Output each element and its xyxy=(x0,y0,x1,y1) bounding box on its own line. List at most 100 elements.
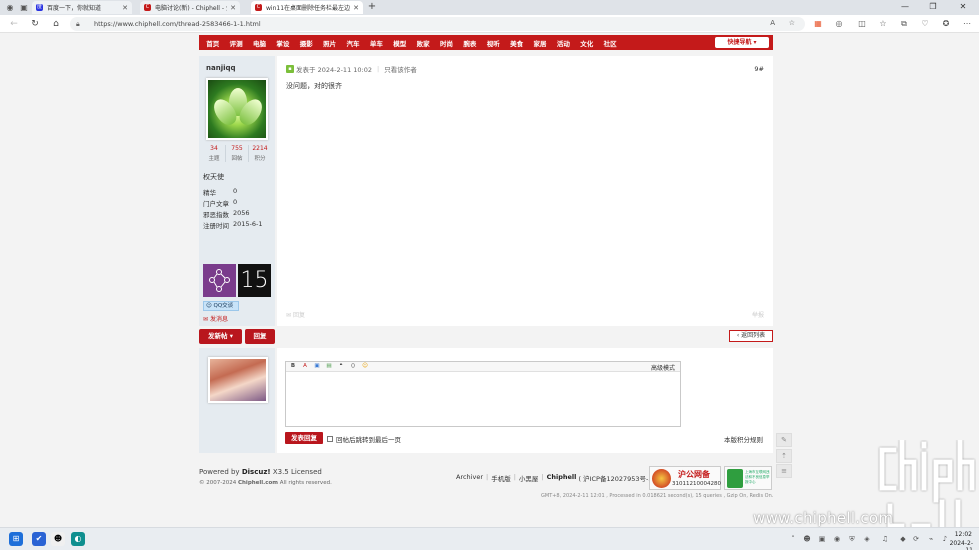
nav-item[interactable]: 文化 xyxy=(575,38,598,48)
floor-number[interactable]: 9# xyxy=(754,65,764,73)
tray-steam-icon[interactable]: ◉ xyxy=(832,534,842,544)
edge-browser-icon[interactable]: ◐ xyxy=(71,532,85,546)
medal-15-badge[interactable]: 15 xyxy=(238,264,271,297)
quote-icon[interactable]: ❝ xyxy=(337,363,345,370)
file-explorer-icon[interactable]: ✔ xyxy=(32,532,46,546)
lock-icon[interactable]: 🔒︎ xyxy=(76,20,86,29)
nav-item[interactable]: 美食 xyxy=(505,38,528,48)
close-icon[interactable]: ✕ xyxy=(122,4,128,12)
profile-icon[interactable]: ◉ xyxy=(4,2,16,13)
back-to-top-icon[interactable]: ⇡ xyxy=(776,449,792,463)
tray-qq-icon[interactable]: ☻ xyxy=(802,534,812,544)
window-close-icon[interactable]: ✕ xyxy=(952,1,974,13)
url-text[interactable]: https://www.chiphell.com/thread-2583466-… xyxy=(94,20,261,28)
chevron-up-icon[interactable]: ˄ xyxy=(788,534,798,544)
qq-chat-button[interactable]: ☺ QQ交谈 xyxy=(203,301,239,311)
favorite-icon[interactable]: ☆ xyxy=(789,19,795,27)
taskbar-clock-time[interactable]: 12:02 xyxy=(950,531,972,538)
nav-item[interactable]: 摄影 xyxy=(295,38,318,48)
send-message-link[interactable]: ✉ 发消息 xyxy=(203,314,228,323)
site-name-link[interactable]: Chiphell xyxy=(547,473,577,483)
author-only-link[interactable]: 只看该作者 xyxy=(384,64,417,74)
qq-app-icon[interactable]: ☻ xyxy=(51,532,65,546)
tray-orange-icon[interactable]: ◆ xyxy=(898,534,908,544)
nav-item[interactable]: 腕表 xyxy=(458,38,481,48)
quick-nav-button[interactable]: 快捷导航 ▾ xyxy=(715,37,769,48)
reload-icon[interactable]: ↻ xyxy=(29,18,41,30)
image-icon[interactable]: ▣ xyxy=(313,363,321,370)
stat-points[interactable]: 2214 积分 xyxy=(249,145,271,162)
tray-shield-icon[interactable]: ⛨ xyxy=(847,534,857,544)
nav-item[interactable]: 时尚 xyxy=(435,38,458,48)
nav-item[interactable]: 评测 xyxy=(224,38,247,48)
close-icon[interactable]: ✕ xyxy=(353,4,359,12)
extension-icon[interactable]: ▦ xyxy=(812,18,824,30)
advanced-mode-link[interactable]: 高级模式 xyxy=(651,363,675,372)
close-icon[interactable]: ✕ xyxy=(230,4,236,12)
nav-item[interactable]: 活动 xyxy=(552,38,575,48)
nav-item[interactable]: 社区 xyxy=(598,38,621,48)
author-name[interactable]: nanjiqq xyxy=(206,64,236,72)
current-user-avatar[interactable] xyxy=(208,357,268,403)
stat-threads[interactable]: 34 主题 xyxy=(203,145,226,162)
stat-replies[interactable]: 755 回帖 xyxy=(226,145,249,162)
nav-item[interactable]: 照片 xyxy=(318,38,341,48)
blackroom-link[interactable]: 小黑屋 xyxy=(519,473,539,483)
read-aloud-icon[interactable]: A xyxy=(770,19,775,27)
code-icon[interactable]: ⟨⟩ xyxy=(349,363,357,370)
points-rules-link[interactable]: 本版积分规则 xyxy=(724,434,763,444)
tab-chiphell-forum[interactable]: C 电脑讨论(新) - Chiphell - 分享与 ✕ xyxy=(140,1,240,14)
taskbar-clock-date[interactable]: 2024-2-11 xyxy=(943,540,973,550)
quick-reply-icon[interactable]: ✎ xyxy=(776,433,792,447)
nav-item[interactable]: 汽车 xyxy=(341,38,364,48)
nav-item[interactable]: 模型 xyxy=(388,38,411,48)
favorites-icon[interactable]: ☆ xyxy=(877,18,889,30)
reply-textarea[interactable] xyxy=(286,372,680,426)
mobile-link[interactable]: 手机版 xyxy=(491,473,511,483)
jump-last-option[interactable]: 回帖后跳转到最后一页 xyxy=(327,434,401,444)
font-color-icon[interactable]: A xyxy=(301,363,309,370)
tab-current-thread[interactable]: C win11在桌面删除任务栏最左边的 ✕ xyxy=(251,1,363,14)
discuz-link[interactable]: Discuz! xyxy=(242,468,271,476)
nav-item[interactable]: 败家 xyxy=(411,38,434,48)
avatar[interactable] xyxy=(206,78,268,140)
new-post-button[interactable]: 发新帖 ▾ xyxy=(199,329,242,344)
copilot-icon[interactable]: ✪ xyxy=(940,18,952,30)
nav-item[interactable]: 掌设 xyxy=(271,38,294,48)
attachment-icon[interactable]: ▤ xyxy=(325,363,333,370)
medal-network-icon[interactable] xyxy=(203,264,236,297)
bold-icon[interactable]: B xyxy=(289,363,297,370)
icp-link[interactable]: ( 沪ICP备12027953号-5 ) xyxy=(578,473,657,483)
network-icon[interactable]: ⌁ xyxy=(926,534,936,544)
emoji-icon[interactable]: ☺ xyxy=(361,363,369,370)
tab-baidu[interactable]: 度 百度一下，你就知道 ✕ xyxy=(32,1,132,14)
nav-item[interactable]: 电脑 xyxy=(248,38,271,48)
nav-item[interactable]: 首页 xyxy=(201,38,224,48)
reply-link[interactable]: ✉ 回复 xyxy=(286,310,305,319)
tab-actions-icon[interactable]: ▣ xyxy=(18,2,30,13)
tray-app2-icon[interactable]: ◈ xyxy=(862,534,872,544)
list-icon[interactable]: ≡ xyxy=(776,464,792,478)
tray-headset-icon[interactable]: ♫ xyxy=(880,534,890,544)
collections-icon[interactable]: ⧉ xyxy=(898,18,910,30)
home-icon[interactable]: ⌂ xyxy=(50,18,62,30)
jump-last-checkbox[interactable] xyxy=(327,436,333,442)
refresh-extension-icon[interactable]: ◎ xyxy=(833,18,845,30)
reply-button[interactable]: 回复 xyxy=(245,329,275,344)
add-tab-icon[interactable]: + xyxy=(366,1,378,13)
maximize-icon[interactable]: ❐ xyxy=(922,1,944,13)
split-screen-icon[interactable]: ◫ xyxy=(856,18,868,30)
police-record-badge[interactable]: 沪公网备 31011210004280 xyxy=(649,466,721,490)
settings-icon[interactable]: ⋯ xyxy=(961,18,973,30)
archiver-link[interactable]: Archiver xyxy=(456,473,483,483)
minimize-icon[interactable]: — xyxy=(894,1,916,13)
tray-update-icon[interactable]: ⟳ xyxy=(911,534,921,544)
nav-item[interactable]: 单车 xyxy=(365,38,388,48)
windows-start-icon[interactable]: ⊞ xyxy=(9,532,23,546)
nav-item[interactable]: 视听 xyxy=(482,38,505,48)
report-link[interactable]: 举报 xyxy=(752,310,764,319)
back-to-list-button[interactable]: ‹ 返回列表 xyxy=(729,330,773,342)
submit-reply-button[interactable]: 发表回复 xyxy=(285,432,323,444)
nav-item[interactable]: 家居 xyxy=(528,38,551,48)
tray-app-icon[interactable]: ▣ xyxy=(817,534,827,544)
